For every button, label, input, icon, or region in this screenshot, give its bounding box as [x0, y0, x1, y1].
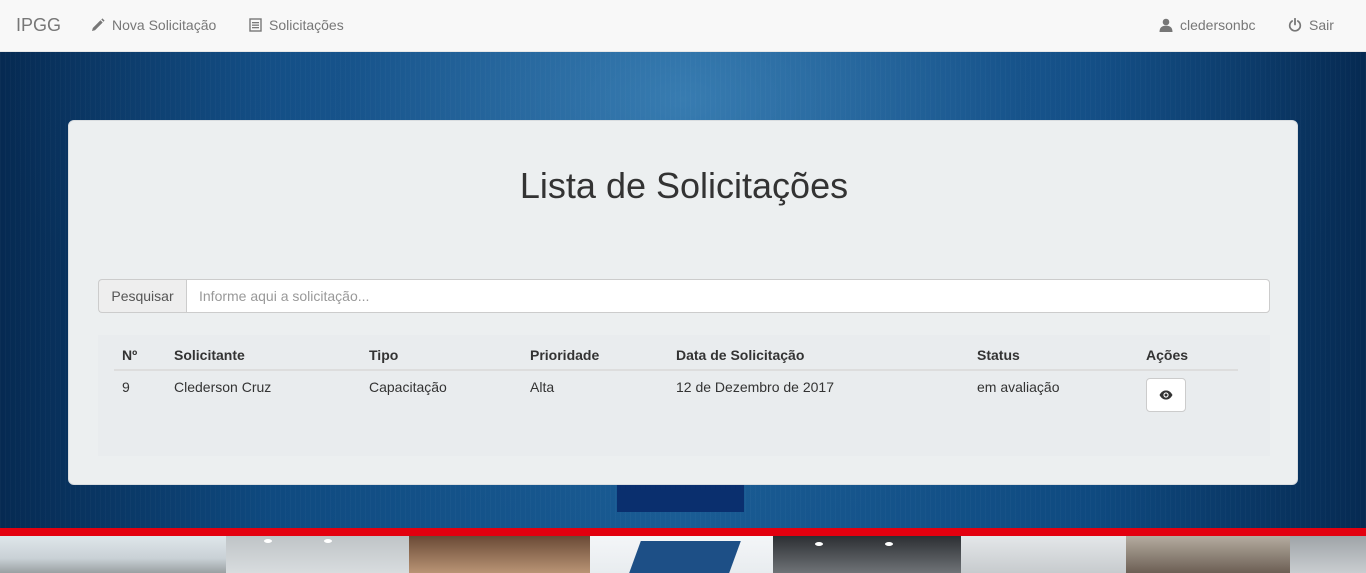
- cell-status: em avaliação: [977, 379, 1060, 395]
- nav-requests-label: Solicitações: [269, 17, 344, 33]
- decorative-block: [617, 484, 744, 512]
- search-input[interactable]: [186, 279, 1270, 313]
- cell-priority: Alta: [530, 379, 555, 395]
- footer-photo: [773, 536, 961, 573]
- requests-table-container: Nº Solicitante Tipo Prioridade Data de S…: [98, 335, 1270, 456]
- column-header-requester: Solicitante: [166, 335, 361, 371]
- nav-logout[interactable]: Sair: [1288, 17, 1334, 33]
- column-header-priority: Prioridade: [522, 335, 668, 371]
- search-addon-label: Pesquisar: [98, 279, 186, 313]
- column-header-date: Data de Solicitação: [668, 335, 969, 371]
- table-header-row: Nº Solicitante Tipo Prioridade Data de S…: [114, 335, 1238, 371]
- user-icon: [1159, 18, 1173, 32]
- cell-number: 9: [122, 379, 130, 395]
- footer-red-bar: [0, 528, 1366, 536]
- cell-actions: [1138, 370, 1238, 420]
- cell-type: Capacitação: [369, 379, 447, 395]
- footer-photo-strip: [0, 536, 1366, 573]
- nav-user[interactable]: cledersonbc: [1159, 17, 1256, 33]
- pencil-icon: [91, 18, 105, 32]
- main-panel: Lista de Solicitações Pesquisar Nº Solic…: [68, 120, 1298, 485]
- column-header-number: Nº: [114, 335, 166, 371]
- footer-photo: [590, 536, 773, 573]
- search-group: Pesquisar: [98, 279, 1270, 313]
- nav-requests[interactable]: Solicitações: [249, 17, 344, 33]
- list-icon: [249, 18, 262, 32]
- view-request-button[interactable]: [1146, 378, 1186, 412]
- footer-photo: [0, 536, 226, 573]
- eye-icon: [1159, 387, 1173, 403]
- footer-photo: [226, 536, 409, 573]
- cell-requester: Clederson Cruz: [174, 379, 272, 395]
- nav-new-request-label: Nova Solicitação: [112, 17, 217, 33]
- nav-user-label: cledersonbc: [1180, 17, 1256, 33]
- column-header-type: Tipo: [361, 335, 522, 371]
- top-navbar: IPGG Nova Solicitação Solicitações clede…: [0, 0, 1366, 52]
- table-row: 9 Clederson Cruz Capacitação Alta 12 de …: [114, 370, 1238, 420]
- requests-table: Nº Solicitante Tipo Prioridade Data de S…: [114, 335, 1238, 420]
- footer-photo: [1290, 536, 1366, 573]
- column-header-actions: Ações: [1138, 335, 1238, 371]
- brand-logo[interactable]: IPGG: [16, 15, 61, 36]
- footer-photo: [961, 536, 1126, 573]
- nav-new-request[interactable]: Nova Solicitação: [91, 17, 216, 33]
- nav-logout-label: Sair: [1309, 17, 1334, 33]
- footer-photo: [409, 536, 590, 573]
- power-icon: [1288, 18, 1302, 32]
- cell-date: 12 de Dezembro de 2017: [676, 379, 834, 395]
- page-title: Lista de Solicitações: [519, 165, 849, 206]
- column-header-status: Status: [969, 335, 1138, 371]
- footer-photo: [1126, 536, 1290, 573]
